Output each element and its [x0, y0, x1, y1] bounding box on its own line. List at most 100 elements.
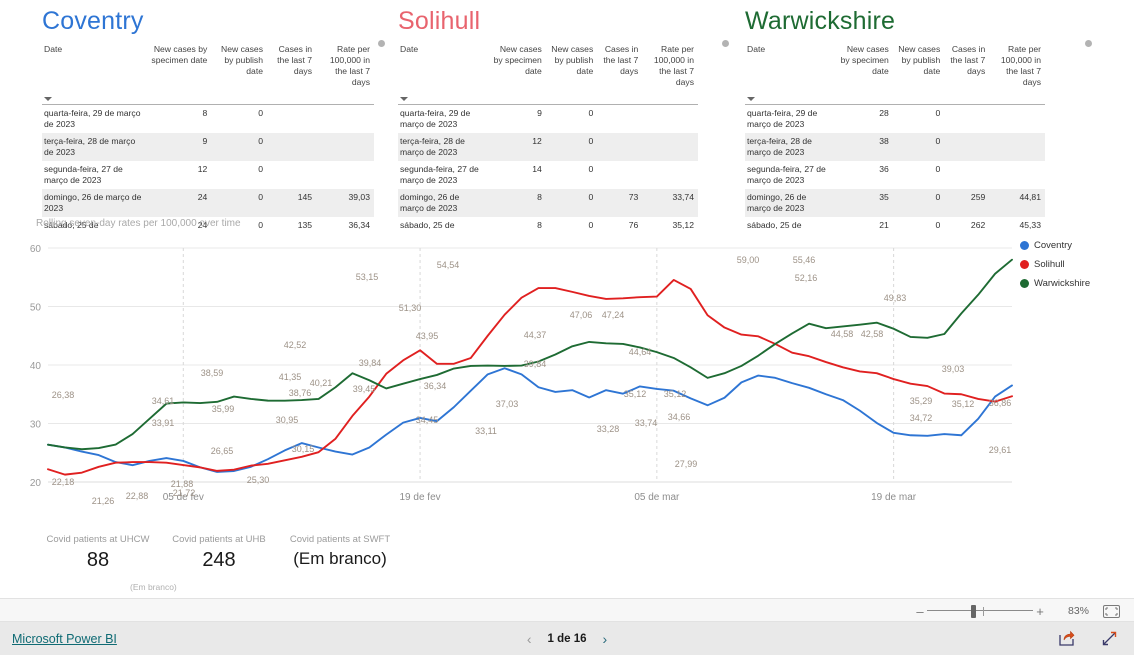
cell-date: domingo, 26 de março de 2023: [42, 188, 149, 217]
column-header-cases-7days[interactable]: Cases in the last 7 days: [597, 42, 643, 105]
table-row[interactable]: domingo, 26 de março de 2023 35 0 259 44…: [745, 188, 1045, 217]
legend-item-warwickshire[interactable]: Warwickshire: [1020, 278, 1090, 289]
zoom-slider[interactable]: [927, 599, 1033, 623]
data-label: 47,24: [602, 310, 625, 320]
column-header-new-cases-publish[interactable]: New cases by publish date: [211, 42, 268, 105]
table-row[interactable]: segunda-feira, 27 de março de 2023 14 0: [398, 161, 698, 189]
table-row[interactable]: terça-feira, 28 de março de 2023 9 0: [42, 132, 374, 161]
data-label: 22,88: [126, 491, 149, 501]
table-row[interactable]: quarta-feira, 29 de março de 2023 28 0: [745, 104, 1045, 133]
table-row[interactable]: terça-feira, 28 de março de 2023 38 0: [745, 132, 1045, 161]
cell-publish: 0: [892, 188, 945, 217]
data-label: 35,99: [212, 404, 235, 414]
chart-plot-area[interactable]: 203040506005 de fev 19 de fev 05 de mar 19 …: [20, 230, 1020, 526]
visual-options-dot-solihull[interactable]: [378, 40, 385, 47]
table-row[interactable]: terça-feira, 28 de março de 2023 12 0: [398, 132, 698, 161]
data-label: 36,34: [424, 381, 447, 391]
column-header-date[interactable]: Date: [398, 42, 488, 105]
data-label: 27,99: [675, 459, 698, 469]
series-line-solihull[interactable]: [47, 278, 1013, 476]
column-header-new-cases-specimen[interactable]: New cases by specimen date: [835, 42, 893, 105]
column-header-rate-7days[interactable]: Rate per 100,000 in the last 7 days: [989, 42, 1045, 105]
column-header-new-cases-specimen[interactable]: New cases by specimen date: [148, 42, 212, 105]
table-header-row: Date New cases by specimen date New case…: [42, 42, 374, 105]
fit-to-page-icon[interactable]: [1103, 604, 1120, 618]
column-header-cases-7days[interactable]: Cases in the last 7 days: [267, 42, 317, 105]
zoom-level-label: 83%: [1067, 605, 1089, 617]
page-title-warwickshire: Warwickshire: [745, 7, 896, 35]
legend-item-solihull[interactable]: Solihull: [1020, 259, 1090, 270]
table-row[interactable]: segunda-feira, 27 de março de 2023 12 0: [42, 161, 374, 189]
zoom-out-button[interactable]: –: [913, 604, 927, 619]
column-header-cases-7days[interactable]: Cases in the last 7 days: [944, 42, 990, 105]
column-header-new-cases-publish[interactable]: New cases by publish date: [892, 42, 945, 105]
data-label: 42,52: [284, 340, 307, 350]
table-row[interactable]: quarta-feira, 29 de março de 2023 8 0: [42, 104, 374, 133]
data-label: 33,28: [597, 424, 620, 434]
chart-title: Rolling seven-day rates per 100,000 over…: [36, 218, 241, 229]
cell-cases7: 145: [267, 188, 317, 217]
data-table-solihull[interactable]: Date New cases by specimen date New case…: [398, 42, 698, 234]
kpi-label-swft: Covid patients at SWFT: [289, 534, 391, 545]
cell-rate7: [316, 161, 374, 189]
zoom-slider-thumb[interactable]: [971, 605, 976, 618]
zoom-in-button[interactable]: +: [1033, 604, 1047, 619]
cell-cases7: [944, 104, 989, 133]
table-row[interactable]: segunda-feira, 27 de março de 2023 36 0: [745, 161, 1045, 189]
legend-item-coventry[interactable]: Coventry: [1020, 240, 1090, 251]
column-header-new-cases-publish[interactable]: New cases by publish date: [545, 42, 598, 105]
cell-cases7: [597, 104, 642, 133]
cell-specimen: 12: [488, 132, 546, 161]
cell-cases7: [597, 161, 642, 189]
page-indicator: 1 de 16: [547, 632, 587, 645]
column-header-date[interactable]: Date: [745, 42, 835, 105]
column-header-date[interactable]: Date: [42, 42, 149, 105]
data-label: 59,00: [737, 255, 760, 265]
sort-desc-icon[interactable]: [400, 96, 408, 101]
column-header-new-cases-specimen[interactable]: New cases by specimen date: [488, 42, 546, 105]
sort-desc-icon[interactable]: [747, 96, 755, 101]
sort-desc-icon[interactable]: [44, 96, 52, 101]
data-label: 25,30: [247, 475, 270, 485]
zoom-slider-tick: [983, 607, 984, 616]
next-page-button[interactable]: ›: [603, 631, 608, 647]
series-line-warwickshire[interactable]: [47, 258, 1013, 451]
previous-page-button[interactable]: ‹: [527, 631, 532, 647]
data-label: 42,58: [861, 329, 884, 339]
cell-date: domingo, 26 de março de 2023: [745, 188, 835, 217]
cell-rate7: 33,74: [642, 188, 698, 217]
cell-rate7: [989, 161, 1045, 189]
report-footer: Microsoft Power BI ‹ 1 de 16 ›: [0, 622, 1134, 655]
cell-publish: 0: [211, 132, 268, 161]
legend-label-solihull: Solihull: [1034, 259, 1065, 270]
line-chart-visual[interactable]: Rolling seven-day rates per 100,000 over…: [20, 218, 1134, 526]
data-label: 35,29: [910, 396, 933, 406]
column-header-rate-7days[interactable]: Rate per 100,000 in the last 7 days: [642, 42, 698, 105]
cell-specimen: 12: [197, 163, 208, 174]
table-row[interactable]: domingo, 26 de março de 2023 8 0 73 33,7…: [398, 188, 698, 217]
table-row[interactable]: domingo, 26 de março de 2023 24 0 145 39…: [42, 188, 374, 217]
visual-options-dot-warwickshire[interactable]: [722, 40, 729, 47]
visual-options-dot-right[interactable]: [1085, 40, 1092, 47]
column-header-label: Date: [400, 44, 419, 54]
fit-page-glyph: [1103, 604, 1120, 618]
powerbi-brand-link[interactable]: Microsoft Power BI: [12, 632, 117, 646]
legend-swatch-warwickshire: [1020, 279, 1029, 288]
cell-publish: 0: [935, 107, 941, 118]
column-header-rate-7days[interactable]: Rate per 100,000 in the last 7 days: [316, 42, 374, 105]
zoom-controls: – + 83%: [913, 599, 1120, 623]
share-icon[interactable]: [1058, 630, 1075, 647]
cell-date: segunda-feira, 27 de março de 2023: [44, 163, 123, 185]
kpi-card-uhb[interactable]: Covid patients at UHB 248: [158, 534, 280, 572]
fullscreen-icon[interactable]: [1101, 630, 1118, 647]
page-title-solihull: Solihull: [398, 7, 481, 35]
series-line-coventry[interactable]: [47, 367, 1013, 473]
kpi-card-uhcw[interactable]: Covid patients at UHCW 88: [38, 534, 158, 572]
table-row[interactable]: quarta-feira, 29 de março de 2023 9 0: [398, 104, 698, 133]
data-label: 44,58: [831, 329, 854, 339]
zoom-toolbar: – + 83%: [0, 598, 1134, 622]
data-table-coventry[interactable]: Date New cases by specimen date New case…: [42, 42, 374, 234]
cell-date: segunda-feira, 27 de março de 2023: [747, 163, 826, 185]
kpi-card-swft[interactable]: Covid patients at SWFT (Em branco): [278, 534, 402, 569]
data-table-warwickshire[interactable]: Date New cases by specimen date New case…: [745, 42, 1045, 234]
